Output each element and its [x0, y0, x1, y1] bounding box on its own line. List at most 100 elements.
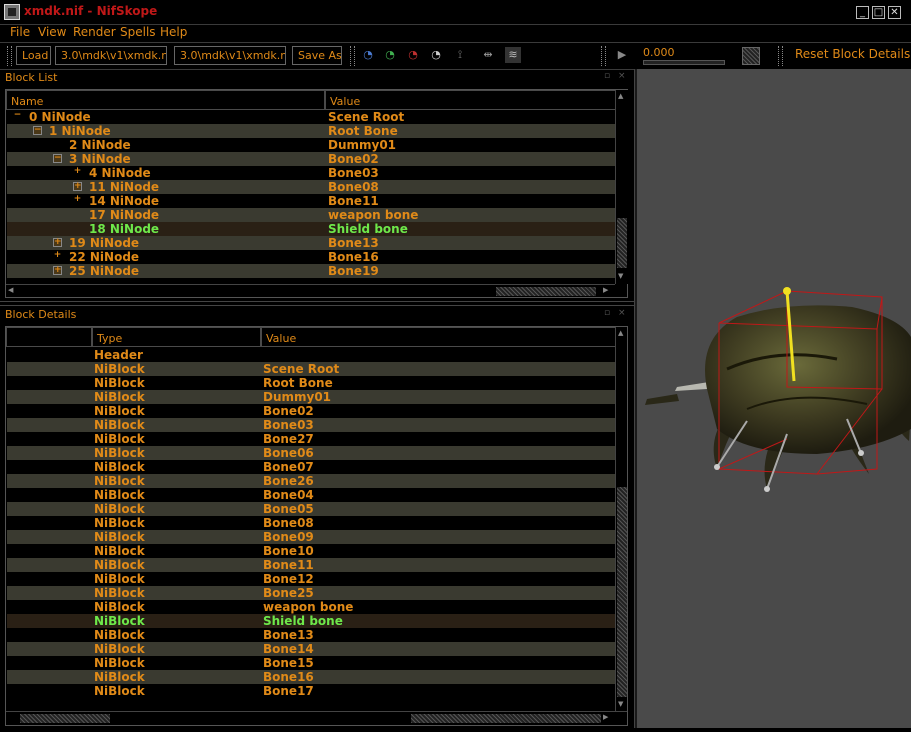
table-row[interactable]: NiBlock Bone05: [7, 502, 615, 516]
table-row[interactable]: NiBlock Bone13: [7, 628, 615, 642]
scrollbar-thumb[interactable]: [617, 218, 627, 268]
menu-spells[interactable]: Spells: [120, 25, 156, 39]
table-row[interactable]: +22 NiNode Bone16: [7, 250, 615, 264]
scroll-down-icon[interactable]: ▼: [618, 700, 623, 708]
table-row[interactable]: NiBlock Bone27: [7, 432, 615, 446]
minimize-icon[interactable]: _: [856, 6, 869, 19]
menu-help[interactable]: Help: [160, 25, 187, 39]
toolbar-grip[interactable]: [601, 46, 606, 66]
scrollbar-thumb[interactable]: [496, 287, 596, 296]
column-header-value[interactable]: Value: [325, 90, 616, 110]
scroll-up-icon[interactable]: ▲: [618, 329, 623, 337]
column-header-type[interactable]: Type: [92, 327, 261, 347]
table-row[interactable]: NiBlock Bone11: [7, 558, 615, 572]
table-row[interactable]: Header: [7, 348, 615, 362]
table-row[interactable]: NiBlock Bone26: [7, 474, 615, 488]
anim-slider[interactable]: [643, 60, 725, 65]
collapse-icon[interactable]: −: [13, 111, 22, 121]
table-row[interactable]: NiBlock Bone03: [7, 418, 615, 432]
column-header-value[interactable]: Value: [261, 327, 616, 347]
table-row[interactable]: NiBlock Bone17: [7, 684, 615, 698]
close-panel-icon[interactable]: ×: [618, 72, 626, 81]
block-details-tree[interactable]: Type Value Header NiBlock Scene Root NiBloc…: [5, 326, 628, 726]
table-row[interactable]: NiBlock Bone02: [7, 404, 615, 418]
table-row[interactable]: NiBlock Bone10: [7, 544, 615, 558]
expand-icon[interactable]: +: [73, 182, 82, 191]
toolbar-grip[interactable]: [778, 46, 783, 66]
table-row[interactable]: 18 NiNode Shield bone: [7, 222, 615, 236]
table-row[interactable]: NiBlock Bone09: [7, 530, 615, 544]
scroll-up-icon[interactable]: ▲: [618, 92, 623, 100]
render-viewport[interactable]: [637, 69, 911, 728]
table-row[interactable]: −3 NiNode Bone02: [7, 152, 615, 166]
table-row[interactable]: NiBlock Scene Root: [7, 362, 615, 376]
float-icon[interactable]: ▫: [604, 309, 612, 318]
table-row[interactable]: 17 NiNode weapon bone: [7, 208, 615, 222]
menu-render[interactable]: Render: [73, 25, 116, 39]
view-top-icon[interactable]: ◔: [360, 47, 376, 63]
walk-icon[interactable]: ⟟: [452, 47, 468, 63]
toolbar-grip[interactable]: [7, 46, 12, 66]
table-row[interactable]: −1 NiNode Root Bone: [7, 124, 615, 138]
view-side-icon[interactable]: ◔: [405, 47, 421, 63]
table-row[interactable]: +11 NiNode Bone08: [7, 180, 615, 194]
table-row[interactable]: NiBlock Bone14: [7, 642, 615, 656]
expand-icon[interactable]: +: [53, 251, 62, 261]
table-row[interactable]: NiBlock Shield bone: [7, 614, 615, 628]
scroll-right-icon[interactable]: ▶: [603, 713, 608, 721]
table-row[interactable]: NiBlock Bone16: [7, 670, 615, 684]
collapse-icon[interactable]: −: [33, 126, 42, 135]
horizontal-scrollbar[interactable]: ◀ ▶: [6, 284, 615, 298]
toolbar-grip[interactable]: [350, 46, 355, 66]
table-row[interactable]: NiBlock Bone12: [7, 572, 615, 586]
play-icon[interactable]: ▶: [614, 47, 630, 63]
expand-icon[interactable]: +: [53, 266, 62, 275]
table-row[interactable]: NiBlock Bone15: [7, 656, 615, 670]
view-user-icon[interactable]: ◔: [428, 47, 444, 63]
table-row[interactable]: NiBlock Bone04: [7, 488, 615, 502]
horizontal-scrollbar[interactable]: ▶: [6, 711, 627, 725]
table-row[interactable]: +14 NiNode Bone11: [7, 194, 615, 208]
table-row[interactable]: NiBlock Bone08: [7, 516, 615, 530]
column-header-blank[interactable]: [6, 327, 92, 347]
save-path-input[interactable]: 3.0\mdk\v1\xmdk.nif: [174, 46, 286, 65]
table-row[interactable]: NiBlock Root Bone: [7, 376, 615, 390]
scroll-down-icon[interactable]: ▼: [618, 272, 623, 280]
vertical-scrollbar[interactable]: ▲ ▼: [615, 90, 628, 284]
load-button[interactable]: Load: [16, 46, 51, 65]
menu-file[interactable]: File: [10, 25, 30, 39]
column-header-name[interactable]: Name: [6, 90, 325, 110]
loop-toggle[interactable]: [742, 47, 760, 65]
table-row[interactable]: NiBlock Dummy01: [7, 390, 615, 404]
table-row[interactable]: +19 NiNode Bone13: [7, 236, 615, 250]
collapse-icon[interactable]: −: [53, 154, 62, 163]
view-front-icon[interactable]: ◔: [382, 47, 398, 63]
table-row[interactable]: +4 NiNode Bone03: [7, 166, 615, 180]
vertical-scrollbar[interactable]: ▲ ▼: [615, 327, 627, 711]
table-row[interactable]: −0 NiNode Scene Root: [7, 110, 615, 124]
table-row[interactable]: NiBlock weapon bone: [7, 600, 615, 614]
expand-icon[interactable]: +: [73, 167, 82, 177]
scrollbar-thumb[interactable]: [20, 714, 110, 723]
menu-view[interactable]: View: [38, 25, 66, 39]
expand-icon[interactable]: +: [73, 195, 82, 205]
block-list-tree[interactable]: Name Value −0 NiNode Scene Root −1 NiNode R…: [5, 89, 628, 298]
load-path-input[interactable]: 3.0\mdk\v1\xmdk.nif: [55, 46, 167, 65]
float-icon[interactable]: ▫: [604, 72, 612, 81]
close-panel-icon[interactable]: ×: [618, 309, 626, 318]
table-row[interactable]: NiBlock Bone06: [7, 446, 615, 460]
perspective-icon[interactable]: ≋: [505, 47, 521, 63]
table-row[interactable]: NiBlock Bone07: [7, 460, 615, 474]
reset-block-details-button[interactable]: Reset Block Details: [795, 47, 910, 61]
scroll-left-icon[interactable]: ◀: [8, 286, 13, 294]
scrollbar-track[interactable]: [411, 714, 601, 723]
save-as-button[interactable]: Save As: [292, 46, 342, 65]
maximize-icon[interactable]: □: [872, 6, 885, 19]
table-row[interactable]: +25 NiNode Bone19: [7, 264, 615, 278]
flip-icon[interactable]: ⇹: [480, 47, 496, 63]
model-render[interactable]: [637, 69, 911, 728]
close-icon[interactable]: ✕: [888, 6, 901, 19]
scrollbar-thumb[interactable]: [617, 487, 627, 697]
table-row[interactable]: 2 NiNode Dummy01: [7, 138, 615, 152]
table-row[interactable]: NiBlock Bone25: [7, 586, 615, 600]
